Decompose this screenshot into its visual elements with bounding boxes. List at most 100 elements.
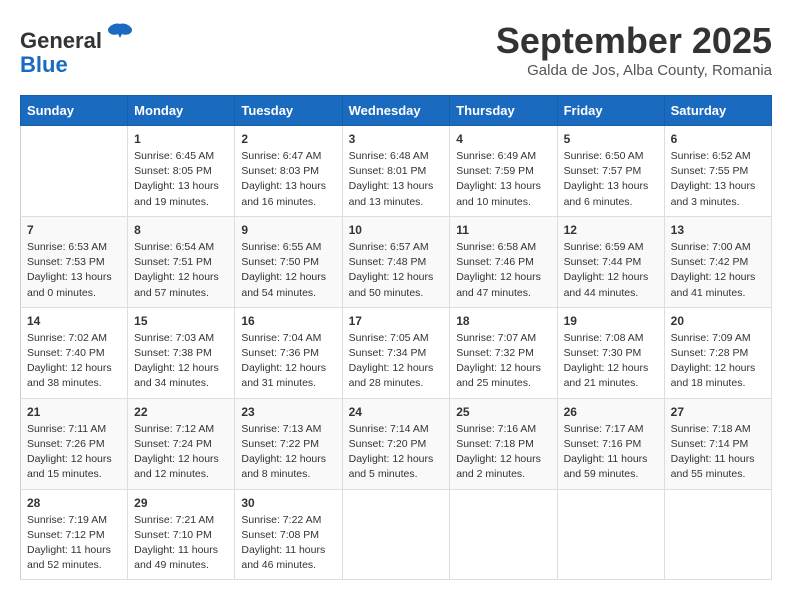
calendar-cell: 13Sunrise: 7:00 AM Sunset: 7:42 PM Dayli… xyxy=(664,216,771,307)
day-number: 20 xyxy=(671,314,765,328)
calendar-cell: 6 Sunrise: 6:52 AM Sunset: 7:55 PM Daylig… xyxy=(664,126,771,217)
calendar-week-row: 28 Sunrise: 7:19 AM Sunset: 7:12 PM Dayli… xyxy=(21,489,772,580)
calendar-header-row: SundayMondayTuesdayWednesdayThursdayFrid… xyxy=(21,96,772,126)
day-number: 12 xyxy=(564,223,658,237)
day-info: Sunrise: 6:50 AM Sunset: 7:57 PM Dayligh… xyxy=(564,149,658,210)
calendar-cell: 30 Sunrise: 7:22 AM Sunset: 7:08 PM Dayli… xyxy=(235,489,342,580)
day-number: 29 xyxy=(134,496,228,510)
calendar-cell: 12 Sunrise: 6:59 AM Sunset: 7:44 PM Dayli… xyxy=(557,216,664,307)
month-title: September 2025 xyxy=(496,20,772,62)
day-number: 22 xyxy=(134,405,228,419)
day-info: Sunrise: 7:03 AM Sunset: 7:38 PM Dayligh… xyxy=(134,331,228,392)
calendar-cell xyxy=(664,489,771,580)
day-number: 18 xyxy=(456,314,550,328)
day-number: 3 xyxy=(349,132,444,146)
calendar-table: SundayMondayTuesdayWednesdayThursdayFrid… xyxy=(20,95,772,580)
calendar-cell xyxy=(342,489,450,580)
day-info: Sunrise: 6:48 AM Sunset: 8:01 PM Dayligh… xyxy=(349,149,444,210)
day-number: 4 xyxy=(456,132,550,146)
day-number: 11 xyxy=(456,223,550,237)
day-info: Sunrise: 6:54 AM Sunset: 7:51 PM Dayligh… xyxy=(134,240,228,301)
logo-general: General xyxy=(20,28,102,53)
day-info: Sunrise: 7:22 AM Sunset: 7:08 PM Dayligh… xyxy=(241,513,335,574)
weekday-header: Monday xyxy=(128,96,235,126)
calendar-cell: 22Sunrise: 7:12 AM Sunset: 7:24 PM Dayli… xyxy=(128,398,235,489)
calendar-cell: 10 Sunrise: 6:57 AM Sunset: 7:48 PM Dayli… xyxy=(342,216,450,307)
day-number: 27 xyxy=(671,405,765,419)
logo: General Blue xyxy=(20,20,134,77)
calendar-cell: 29 Sunrise: 7:21 AM Sunset: 7:10 PM Dayli… xyxy=(128,489,235,580)
day-number: 10 xyxy=(349,223,444,237)
day-number: 23 xyxy=(241,405,335,419)
day-info: Sunrise: 7:14 AM Sunset: 7:20 PM Dayligh… xyxy=(349,422,444,483)
calendar-week-row: 7 Sunrise: 6:53 AM Sunset: 7:53 PM Daylig… xyxy=(21,216,772,307)
calendar-cell: 26 Sunrise: 7:17 AM Sunset: 7:16 PM Dayli… xyxy=(557,398,664,489)
day-info: Sunrise: 6:49 AM Sunset: 7:59 PM Dayligh… xyxy=(456,149,550,210)
day-number: 13 xyxy=(671,223,765,237)
calendar-cell: 15 Sunrise: 7:03 AM Sunset: 7:38 PM Dayli… xyxy=(128,307,235,398)
day-info: Sunrise: 7:09 AM Sunset: 7:28 PM Dayligh… xyxy=(671,331,765,392)
day-number: 2 xyxy=(241,132,335,146)
calendar-cell: 16 Sunrise: 7:04 AM Sunset: 7:36 PM Dayli… xyxy=(235,307,342,398)
calendar-cell: 5Sunrise: 6:50 AM Sunset: 7:57 PM Daylig… xyxy=(557,126,664,217)
calendar-cell: 14Sunrise: 7:02 AM Sunset: 7:40 PM Dayli… xyxy=(21,307,128,398)
day-info: Sunrise: 6:45 AM Sunset: 8:05 PM Dayligh… xyxy=(134,149,228,210)
day-info: Sunrise: 6:57 AM Sunset: 7:48 PM Dayligh… xyxy=(349,240,444,301)
calendar-cell: 21Sunrise: 7:11 AM Sunset: 7:26 PM Dayli… xyxy=(21,398,128,489)
day-number: 7 xyxy=(27,223,121,237)
day-info: Sunrise: 7:21 AM Sunset: 7:10 PM Dayligh… xyxy=(134,513,228,574)
calendar-cell: 24 Sunrise: 7:14 AM Sunset: 7:20 PM Dayli… xyxy=(342,398,450,489)
day-number: 17 xyxy=(349,314,444,328)
day-info: Sunrise: 7:17 AM Sunset: 7:16 PM Dayligh… xyxy=(564,422,658,483)
calendar-cell: 23Sunrise: 7:13 AM Sunset: 7:22 PM Dayli… xyxy=(235,398,342,489)
weekday-header: Wednesday xyxy=(342,96,450,126)
day-info: Sunrise: 7:11 AM Sunset: 7:26 PM Dayligh… xyxy=(27,422,121,483)
calendar-cell: 19 Sunrise: 7:08 AM Sunset: 7:30 PM Dayli… xyxy=(557,307,664,398)
day-info: Sunrise: 7:07 AM Sunset: 7:32 PM Dayligh… xyxy=(456,331,550,392)
calendar-cell: 20 Sunrise: 7:09 AM Sunset: 7:28 PM Dayli… xyxy=(664,307,771,398)
day-info: Sunrise: 6:52 AM Sunset: 7:55 PM Dayligh… xyxy=(671,149,765,210)
calendar-cell: 8 Sunrise: 6:54 AM Sunset: 7:51 PM Daylig… xyxy=(128,216,235,307)
logo-blue: Blue xyxy=(20,52,68,77)
day-number: 26 xyxy=(564,405,658,419)
day-number: 9 xyxy=(241,223,335,237)
calendar-cell: 4 Sunrise: 6:49 AM Sunset: 7:59 PM Daylig… xyxy=(450,126,557,217)
day-number: 15 xyxy=(134,314,228,328)
day-number: 30 xyxy=(241,496,335,510)
day-number: 28 xyxy=(27,496,121,510)
day-info: Sunrise: 7:04 AM Sunset: 7:36 PM Dayligh… xyxy=(241,331,335,392)
title-block: September 2025 Galda de Jos, Alba County… xyxy=(496,20,772,79)
calendar-cell: 7 Sunrise: 6:53 AM Sunset: 7:53 PM Daylig… xyxy=(21,216,128,307)
day-info: Sunrise: 7:18 AM Sunset: 7:14 PM Dayligh… xyxy=(671,422,765,483)
day-number: 6 xyxy=(671,132,765,146)
calendar-week-row: 21Sunrise: 7:11 AM Sunset: 7:26 PM Dayli… xyxy=(21,398,772,489)
day-number: 25 xyxy=(456,405,550,419)
day-info: Sunrise: 6:55 AM Sunset: 7:50 PM Dayligh… xyxy=(241,240,335,301)
weekday-header: Friday xyxy=(557,96,664,126)
calendar-cell: 1 Sunrise: 6:45 AM Sunset: 8:05 PM Daylig… xyxy=(128,126,235,217)
day-number: 19 xyxy=(564,314,658,328)
calendar-week-row: 1 Sunrise: 6:45 AM Sunset: 8:05 PM Daylig… xyxy=(21,126,772,217)
day-number: 16 xyxy=(241,314,335,328)
page-header: General Blue September 2025 Galda de Jos… xyxy=(20,20,772,79)
day-info: Sunrise: 6:59 AM Sunset: 7:44 PM Dayligh… xyxy=(564,240,658,301)
weekday-header: Sunday xyxy=(21,96,128,126)
day-info: Sunrise: 6:53 AM Sunset: 7:53 PM Dayligh… xyxy=(27,240,121,301)
logo-bird-icon xyxy=(106,20,134,48)
day-info: Sunrise: 6:47 AM Sunset: 8:03 PM Dayligh… xyxy=(241,149,335,210)
calendar-cell xyxy=(557,489,664,580)
day-info: Sunrise: 7:19 AM Sunset: 7:12 PM Dayligh… xyxy=(27,513,121,574)
day-number: 8 xyxy=(134,223,228,237)
day-number: 14 xyxy=(27,314,121,328)
calendar-cell: 9 Sunrise: 6:55 AM Sunset: 7:50 PM Daylig… xyxy=(235,216,342,307)
calendar-cell: 28 Sunrise: 7:19 AM Sunset: 7:12 PM Dayli… xyxy=(21,489,128,580)
weekday-header: Saturday xyxy=(664,96,771,126)
day-info: Sunrise: 7:08 AM Sunset: 7:30 PM Dayligh… xyxy=(564,331,658,392)
day-number: 24 xyxy=(349,405,444,419)
day-number: 1 xyxy=(134,132,228,146)
calendar-cell: 27 Sunrise: 7:18 AM Sunset: 7:14 PM Dayli… xyxy=(664,398,771,489)
day-info: Sunrise: 7:16 AM Sunset: 7:18 PM Dayligh… xyxy=(456,422,550,483)
calendar-week-row: 14Sunrise: 7:02 AM Sunset: 7:40 PM Dayli… xyxy=(21,307,772,398)
calendar-cell: 11Sunrise: 6:58 AM Sunset: 7:46 PM Dayli… xyxy=(450,216,557,307)
calendar-cell: 2 Sunrise: 6:47 AM Sunset: 8:03 PM Daylig… xyxy=(235,126,342,217)
